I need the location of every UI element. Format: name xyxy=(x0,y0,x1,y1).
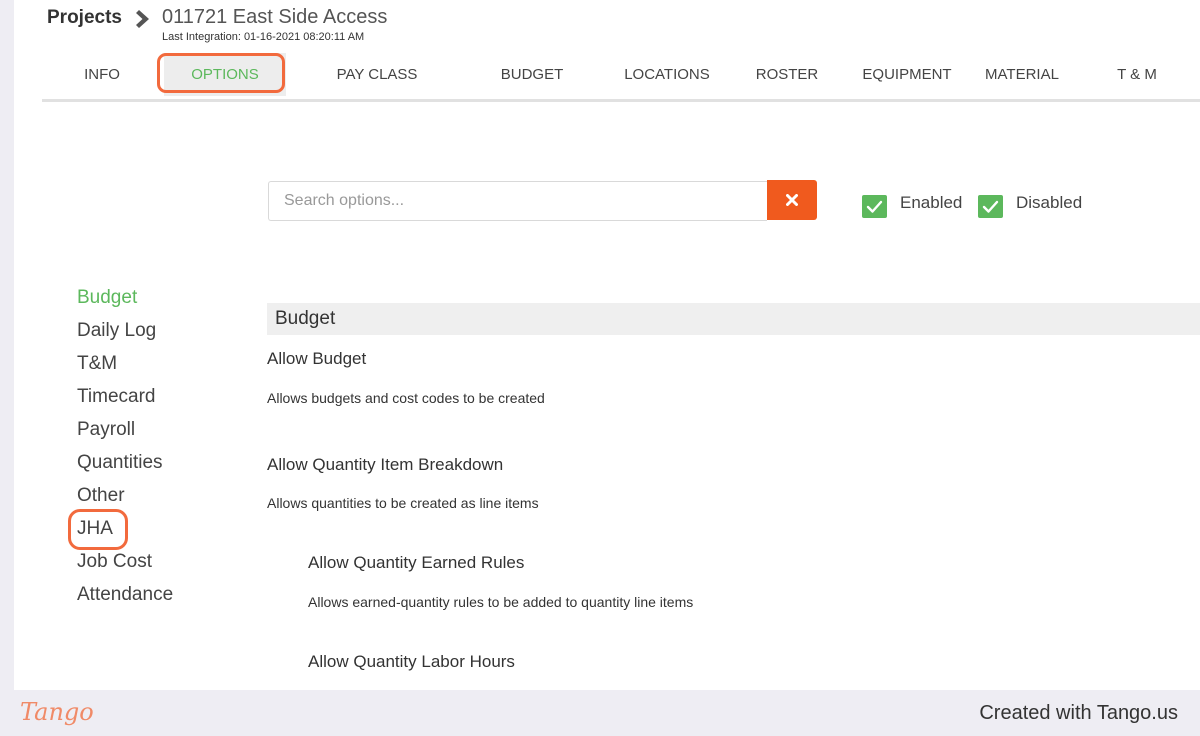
project-title: 011721 East Side Access xyxy=(162,6,388,28)
tab-t-and-m[interactable]: T & M xyxy=(1092,53,1182,96)
clear-search-button[interactable] xyxy=(767,180,817,220)
created-with-text: Created with Tango.us xyxy=(979,702,1178,724)
x-icon xyxy=(786,194,798,206)
options-tab-highlight xyxy=(157,53,285,93)
option-description: Allows budgets and cost codes to be crea… xyxy=(267,390,545,406)
sidebar-item-daily-log[interactable]: Daily Log xyxy=(77,320,156,342)
sidebar-item-job-cost[interactable]: Job Cost xyxy=(77,551,152,573)
tab-roster[interactable]: ROSTER xyxy=(732,53,842,96)
tab-equipment[interactable]: EQUIPMENT xyxy=(842,53,972,96)
option-description: Allows quantities to be created as line … xyxy=(267,495,539,511)
option-description: Allows earned-quantity rules to be added… xyxy=(308,594,694,610)
check-icon xyxy=(982,200,999,213)
tango-footer: Tango Created with Tango.us xyxy=(0,690,1200,736)
disabled-checkbox[interactable] xyxy=(978,195,1003,218)
disabled-label: Disabled xyxy=(1016,193,1083,212)
tango-logo: Tango xyxy=(20,698,94,726)
last-integration-text: Last Integration: 01-16-2021 08:20:11 AM xyxy=(162,31,365,43)
sidebar-item-budget[interactable]: Budget xyxy=(77,287,137,309)
sidebar-item-quantities[interactable]: Quantities xyxy=(77,452,163,474)
option-title: Allow Quantity Earned Rules xyxy=(308,553,525,572)
tab-info[interactable]: INFO xyxy=(42,53,162,96)
section-header: Budget xyxy=(267,303,1200,335)
enabled-label: Enabled xyxy=(900,193,963,212)
option-title: Allow Quantity Item Breakdown xyxy=(267,455,504,474)
tab-locations[interactable]: LOCATIONS xyxy=(602,53,732,96)
tab-material[interactable]: MATERIAL xyxy=(962,53,1082,96)
check-icon xyxy=(866,200,883,213)
chevron-right-icon xyxy=(136,10,149,28)
app-window: Projects 011721 East Side Access Last In… xyxy=(14,0,1200,690)
jha-highlight xyxy=(68,509,128,550)
breadcrumb-projects[interactable]: Projects xyxy=(47,7,122,29)
sidebar-item-attendance[interactable]: Attendance xyxy=(77,584,173,606)
sidebar-item-t-and-m[interactable]: T&M xyxy=(77,353,117,375)
sidebar-item-other[interactable]: Other xyxy=(77,485,125,507)
search-input[interactable] xyxy=(268,181,767,221)
option-title: Allow Quantity Labor Hours xyxy=(308,652,515,671)
sidebar-item-timecard[interactable]: Timecard xyxy=(77,386,155,408)
enabled-checkbox[interactable] xyxy=(862,195,887,218)
sidebar-item-payroll[interactable]: Payroll xyxy=(77,419,135,441)
option-title: Allow Budget xyxy=(267,349,367,368)
tab-pay-class[interactable]: PAY CLASS xyxy=(312,53,442,96)
tab-budget[interactable]: BUDGET xyxy=(482,53,582,96)
